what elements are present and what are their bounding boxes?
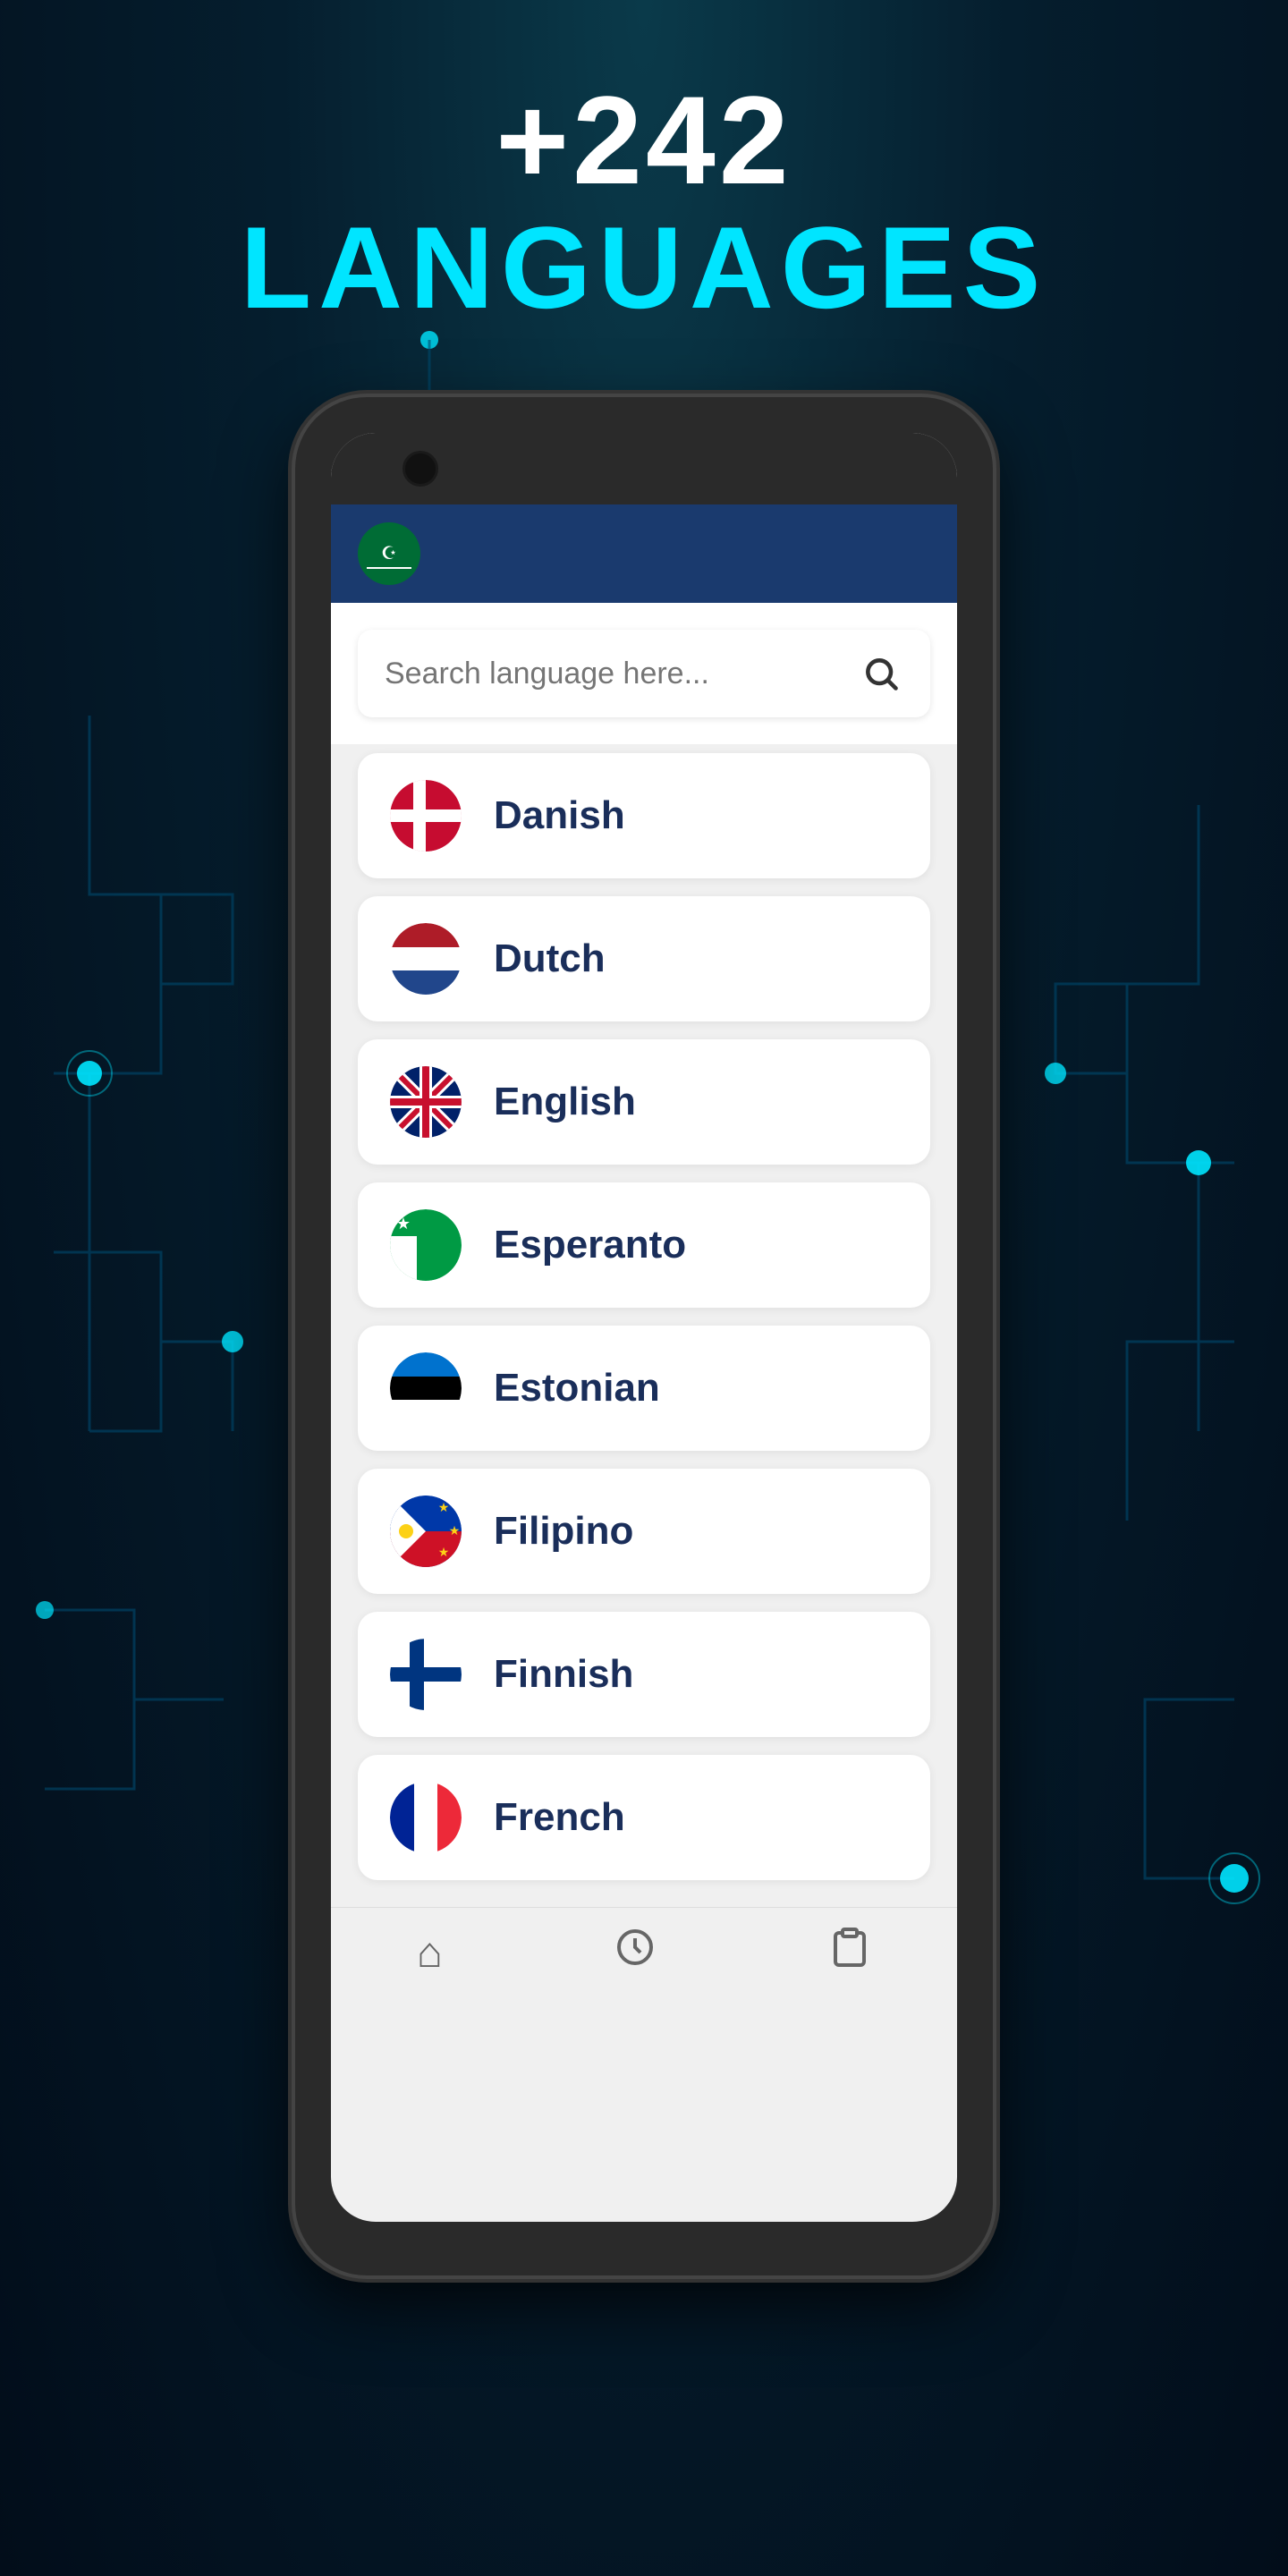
list-item[interactable]: Dutch	[358, 896, 930, 1021]
language-name: Filipino	[494, 1509, 633, 1554]
svg-text:★: ★	[438, 1500, 450, 1514]
camera-hole	[402, 451, 438, 487]
svg-text:★: ★	[438, 1545, 450, 1559]
phone-frame: ☪	[295, 397, 993, 2275]
french-flag	[390, 1782, 462, 1853]
list-item[interactable]: French	[358, 1755, 930, 1880]
language-name: Estonian	[494, 1366, 660, 1411]
app-top-bar: ☪	[331, 504, 957, 603]
search-input[interactable]	[385, 657, 859, 691]
english-flag	[390, 1066, 462, 1138]
phone-screen: ☪	[331, 433, 957, 2222]
header-subtitle: LANGUAGES	[241, 209, 1048, 326]
nav-clipboard[interactable]	[828, 1926, 871, 1979]
language-name: French	[494, 1795, 625, 1840]
list-item[interactable]: ★ Esperanto	[358, 1182, 930, 1308]
filipino-flag: ★ ★ ★	[390, 1496, 462, 1567]
list-item[interactable]: Finnish	[358, 1612, 930, 1737]
language-name: Esperanto	[494, 1223, 686, 1267]
language-name: Danish	[494, 793, 625, 838]
svg-text:☪: ☪	[381, 544, 397, 564]
finnish-flag	[390, 1639, 462, 1710]
language-name: English	[494, 1080, 636, 1124]
history-icon	[614, 1926, 657, 1979]
clipboard-icon	[828, 1926, 871, 1979]
svg-text:★: ★	[396, 1215, 411, 1233]
header-section: +242 LANGUAGES	[241, 72, 1048, 326]
nav-home[interactable]: ⌂	[417, 1928, 443, 1978]
danish-flag	[390, 780, 462, 852]
list-item[interactable]: Danish	[358, 753, 930, 878]
dutch-flag	[390, 923, 462, 995]
language-list: Danish	[331, 744, 957, 1907]
language-name: Dutch	[494, 936, 606, 981]
home-icon: ⌂	[417, 1928, 443, 1978]
estonian-flag	[390, 1352, 462, 1424]
esperanto-flag: ★	[390, 1209, 462, 1281]
list-item[interactable]: Estonian	[358, 1326, 930, 1451]
phone-notch	[331, 433, 957, 504]
language-name: Finnish	[494, 1652, 633, 1697]
bottom-navigation: ⌂	[331, 1907, 957, 2006]
saudi-flag: ☪	[358, 522, 420, 585]
search-icon[interactable]	[859, 651, 903, 696]
search-bar[interactable]	[358, 630, 930, 717]
nav-history[interactable]	[614, 1926, 657, 1979]
phone-mockup: ☪	[295, 397, 993, 2275]
svg-text:★: ★	[449, 1523, 461, 1538]
language-count: +242	[241, 72, 1048, 209]
list-item[interactable]: ★ ★ ★ Filipino	[358, 1469, 930, 1594]
list-item[interactable]: English	[358, 1039, 930, 1165]
